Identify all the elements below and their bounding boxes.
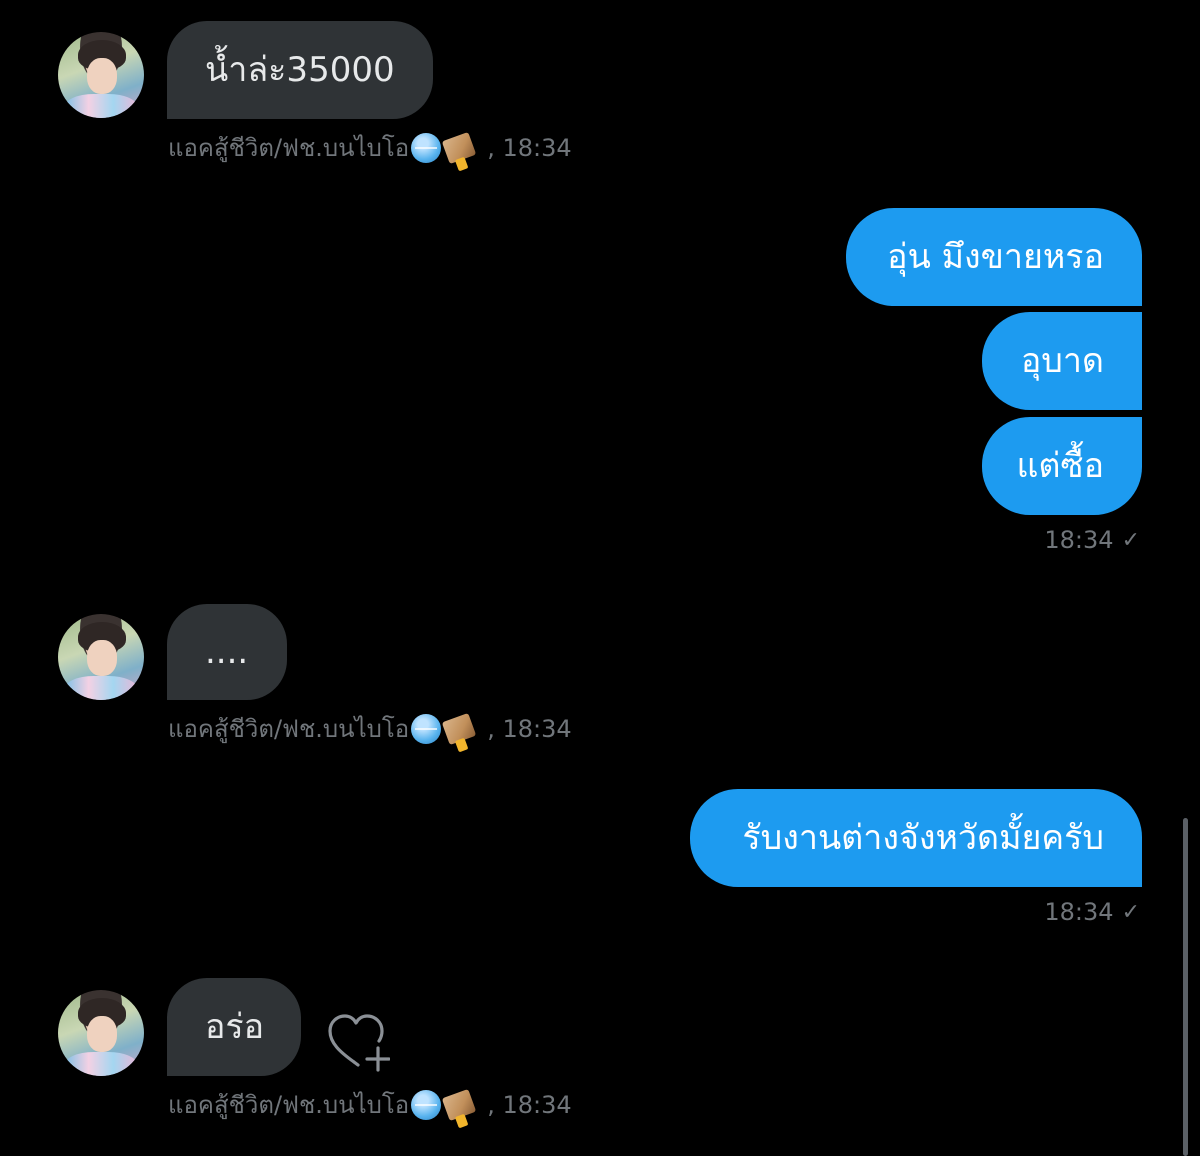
- message-time: 18:34: [1044, 526, 1114, 554]
- avatar-face: [87, 58, 117, 94]
- message-bubble-outgoing[interactable]: รับงานต่างจังหวัดมั้ยครับ: [690, 789, 1142, 887]
- message-bubble-outgoing[interactable]: แต่ซื้อ: [982, 417, 1142, 515]
- package-icon: [441, 131, 477, 164]
- package-icon: [441, 712, 477, 745]
- message-text: รับงานต่างจังหวัดมั้ยครับ: [742, 818, 1104, 858]
- message-meta: แอคสู้ชีวิต/ฟช.บนไบโอ , 18:34: [168, 128, 572, 167]
- message-meta: 18:34 ✓: [1044, 526, 1140, 554]
- message-text: แต่ซื้อ: [1016, 446, 1105, 486]
- avatar-shirt: [64, 676, 138, 700]
- sender-name: แอคสู้ชีวิต/ฟช.บนไบโอ: [168, 134, 410, 162]
- message-bubble-incoming[interactable]: น้ำล่ะ35000: [167, 21, 433, 119]
- avatar-shirt: [64, 94, 138, 118]
- globe-icon: [411, 132, 442, 163]
- message-text: ....: [205, 632, 249, 672]
- globe-icon: [411, 713, 442, 744]
- sender-name: แอคสู้ชีวิต/ฟช.บนไบโอ: [168, 1091, 410, 1119]
- message-text: อุ่น มึงขายหรอ: [887, 237, 1104, 277]
- message-text: อร่อ: [205, 1007, 265, 1047]
- globe-icon: [411, 1089, 442, 1120]
- scrollbar[interactable]: [1183, 818, 1188, 1156]
- message-text: อุบาด: [1020, 341, 1104, 381]
- message-time: , 18:34: [487, 714, 572, 743]
- message-meta: แอคสู้ชีวิต/ฟช.บนไบโอ , 18:34: [168, 1085, 572, 1124]
- message-bubble-outgoing[interactable]: อุ่น มึงขายหรอ: [846, 208, 1142, 306]
- sent-check-icon: ✓: [1121, 527, 1140, 553]
- sender-avatar[interactable]: [58, 990, 144, 1076]
- sender-avatar[interactable]: [58, 32, 144, 118]
- sender-name: แอคสู้ชีวิต/ฟช.บนไบโอ: [168, 715, 410, 743]
- avatar-face: [87, 1016, 117, 1052]
- message-text: น้ำล่ะ35000: [205, 50, 395, 90]
- sender-avatar[interactable]: [58, 614, 144, 700]
- message-time: , 18:34: [487, 1090, 572, 1119]
- message-time: , 18:34: [487, 133, 572, 162]
- message-bubble-incoming[interactable]: ....: [167, 604, 287, 700]
- message-time: 18:34: [1044, 898, 1114, 926]
- avatar-face: [87, 640, 117, 676]
- message-meta: 18:34 ✓: [1044, 898, 1140, 926]
- package-icon: [441, 1088, 477, 1121]
- message-bubble-incoming[interactable]: อร่อ: [167, 978, 301, 1076]
- heart-plus-icon[interactable]: [326, 1010, 390, 1074]
- message-meta: แอคสู้ชีวิต/ฟช.บนไบโอ , 18:34: [168, 709, 572, 748]
- message-bubble-outgoing[interactable]: อุบาด: [982, 312, 1142, 410]
- sent-check-icon: ✓: [1121, 899, 1140, 925]
- avatar-shirt: [64, 1052, 138, 1076]
